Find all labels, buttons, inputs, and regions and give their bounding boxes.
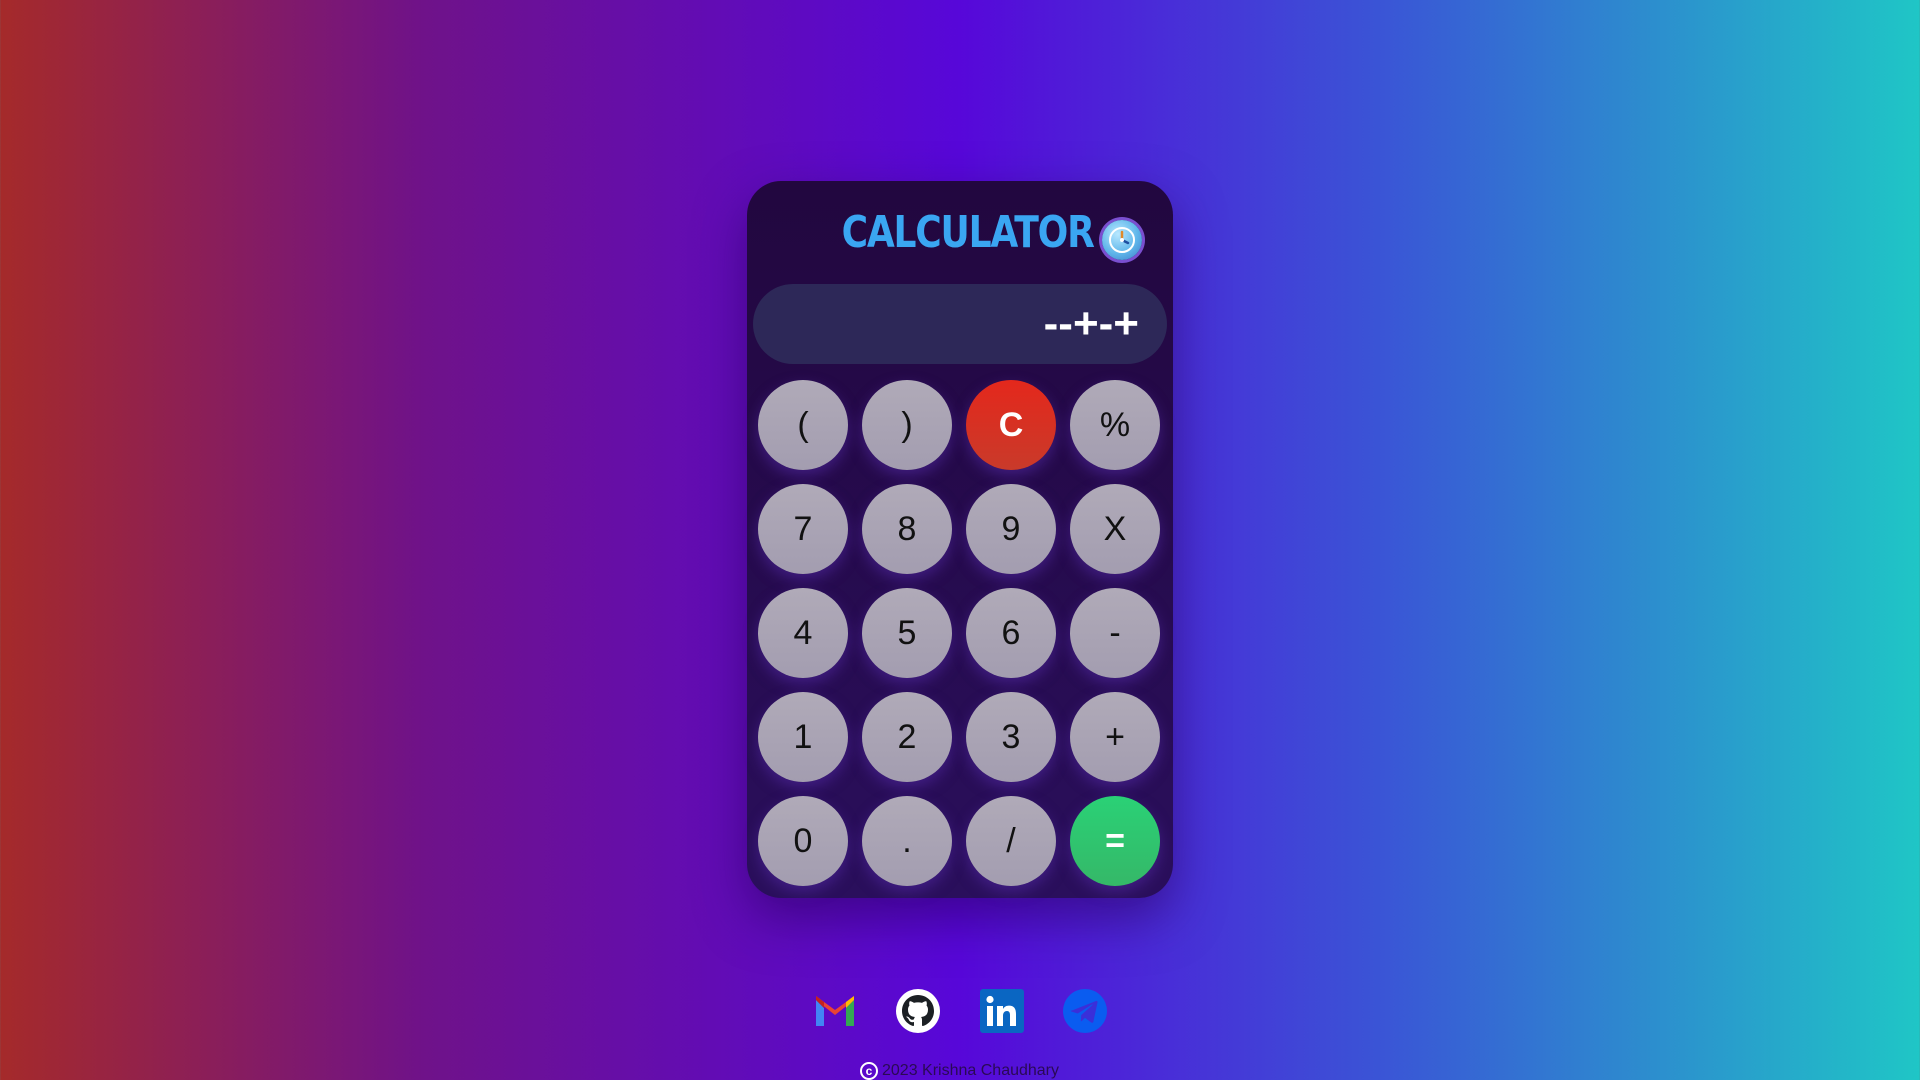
key-5[interactable]: 5 bbox=[862, 588, 952, 678]
key-9[interactable]: 9 bbox=[966, 484, 1056, 574]
keypad: ( ) C % 7 8 9 X 4 5 6 - 1 2 3 + 0 . / = bbox=[758, 380, 1162, 886]
linkedin-icon bbox=[980, 989, 1024, 1033]
key-7[interactable]: 7 bbox=[758, 484, 848, 574]
social-links bbox=[812, 988, 1108, 1034]
key-minus[interactable]: - bbox=[1070, 588, 1160, 678]
gmail-icon bbox=[816, 996, 854, 1026]
key-multiply[interactable]: X bbox=[1070, 484, 1160, 574]
key-0[interactable]: 0 bbox=[758, 796, 848, 886]
key-1[interactable]: 1 bbox=[758, 692, 848, 782]
key-equals[interactable]: = bbox=[1070, 796, 1160, 886]
key-plus[interactable]: + bbox=[1070, 692, 1160, 782]
github-icon bbox=[896, 989, 940, 1033]
github-link[interactable] bbox=[895, 988, 941, 1034]
history-button[interactable] bbox=[1102, 220, 1142, 260]
copyright-icon: c bbox=[860, 1061, 878, 1080]
history-clock-icon bbox=[1109, 227, 1135, 253]
key-3[interactable]: 3 bbox=[966, 692, 1056, 782]
copyright-text: 2023 Krishna Chaudhary bbox=[882, 1062, 1060, 1079]
key-4[interactable]: 4 bbox=[758, 588, 848, 678]
telegram-link[interactable] bbox=[1062, 988, 1108, 1034]
linkedin-link[interactable] bbox=[979, 988, 1025, 1034]
copyright: c 2023 Krishna Chaudhary bbox=[860, 1060, 1059, 1080]
key-decimal[interactable]: . bbox=[862, 796, 952, 886]
key-close-paren[interactable]: ) bbox=[862, 380, 952, 470]
key-8[interactable]: 8 bbox=[862, 484, 952, 574]
key-divide[interactable]: / bbox=[966, 796, 1056, 886]
calculator-title: CALCULATOR bbox=[841, 207, 1095, 258]
key-clear[interactable]: C bbox=[966, 380, 1056, 470]
key-open-paren[interactable]: ( bbox=[758, 380, 848, 470]
key-percent[interactable]: % bbox=[1070, 380, 1160, 470]
telegram-icon bbox=[1063, 989, 1107, 1033]
calculator-display: --+-+ bbox=[753, 284, 1167, 364]
key-6[interactable]: 6 bbox=[966, 588, 1056, 678]
key-2[interactable]: 2 bbox=[862, 692, 952, 782]
gmail-link[interactable] bbox=[812, 988, 858, 1034]
calculator-panel: CALCULATOR --+-+ ( ) C % 7 8 9 X 4 5 6 -… bbox=[747, 181, 1173, 898]
